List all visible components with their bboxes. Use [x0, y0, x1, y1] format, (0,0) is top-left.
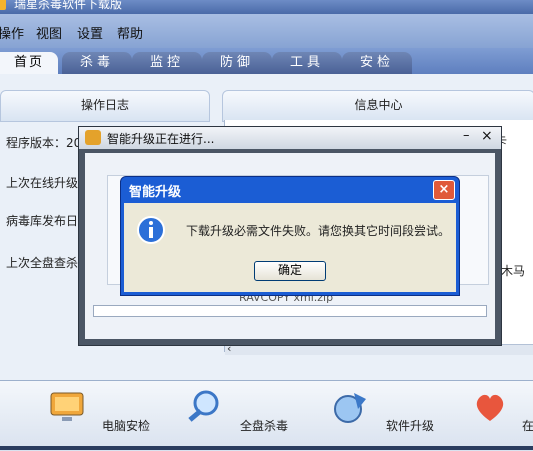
tab-strip: 首页 杀毒 监控 防御 工具 安检 [0, 48, 533, 74]
close-button[interactable]: × [433, 180, 455, 200]
tab-scan[interactable]: 杀毒 [62, 52, 132, 74]
ok-button[interactable]: 确定 [254, 261, 326, 281]
toolbar-more[interactable]: 在 [468, 381, 533, 451]
minimize-icon[interactable]: – [463, 128, 470, 143]
heart-hand-icon [476, 394, 504, 421]
menu-bar: 操作 视图 设置 帮助 [0, 14, 533, 48]
app-icon [0, 0, 6, 10]
version-row: 程序版本：20 [6, 136, 82, 150]
error-dialog-body: 下载升级必需文件失败。请您换其它时间段尝试。 确定 [124, 203, 456, 292]
software-update-label: 软件升级 [386, 419, 435, 433]
last-scan-row: 上次全盘查杀 [6, 256, 79, 270]
window-title: 瑞星杀毒软件下载版 [14, 0, 123, 11]
menu-settings[interactable]: 设置 [77, 23, 103, 42]
tab-home[interactable]: 首页 [0, 52, 58, 74]
download-progress-bar [93, 305, 487, 317]
info-text-fragment: 木马 [501, 264, 526, 278]
toolbar-full-scan[interactable]: 全盘杀毒 [180, 381, 300, 451]
panel-title-log: 操作日志 [0, 90, 210, 122]
tab-tools[interactable]: 工具 [272, 52, 342, 74]
pc-check-icon [50, 392, 84, 421]
error-dialog-titlebar: 智能升级 × [121, 177, 459, 201]
window-bottom-edge [0, 446, 533, 450]
toolbar-software-update[interactable]: 软件升级 [326, 381, 446, 451]
update-globe-icon [334, 393, 366, 423]
bottom-toolbar: 电脑安检 全盘杀毒 软件升级 在 [0, 380, 533, 451]
info-icon [137, 216, 165, 244]
tab-security-check[interactable]: 安检 [342, 52, 412, 74]
progress-dialog-title: 智能升级正在进行... [107, 132, 215, 146]
full-scan-label: 全盘杀毒 [240, 419, 289, 433]
virus-db-row: 病毒库发布日 [6, 214, 79, 228]
menu-help[interactable]: 帮助 [117, 23, 143, 42]
error-dialog-title: 智能升级 [129, 185, 182, 200]
magnifier-icon [188, 390, 219, 422]
tab-defense[interactable]: 防御 [202, 52, 272, 74]
close-icon[interactable]: × [481, 128, 493, 144]
window-titlebar: 瑞星杀毒软件下载版 [0, 0, 533, 14]
tab-monitor[interactable]: 监控 [132, 52, 202, 74]
last-update-row: 上次在线升级 [6, 176, 79, 190]
menu-view[interactable]: 视图 [36, 23, 62, 42]
more-label: 在 [522, 419, 533, 433]
panel-title-info: 信息中心 [222, 90, 533, 122]
progress-dialog-titlebar: 智能升级正在进行... – × [79, 127, 501, 149]
lion-icon [85, 130, 101, 145]
pc-check-label: 电脑安检 [102, 419, 151, 433]
menu-operate[interactable]: 操作 [0, 23, 24, 42]
error-message: 下载升级必需文件失败。请您换其它时间段尝试。 [186, 224, 451, 238]
toolbar-pc-check[interactable]: 电脑安检 [44, 381, 164, 451]
upgrade-error-dialog: 智能升级 × 下载升级必需文件失败。请您换其它时间段尝试。 确定 [120, 176, 460, 296]
